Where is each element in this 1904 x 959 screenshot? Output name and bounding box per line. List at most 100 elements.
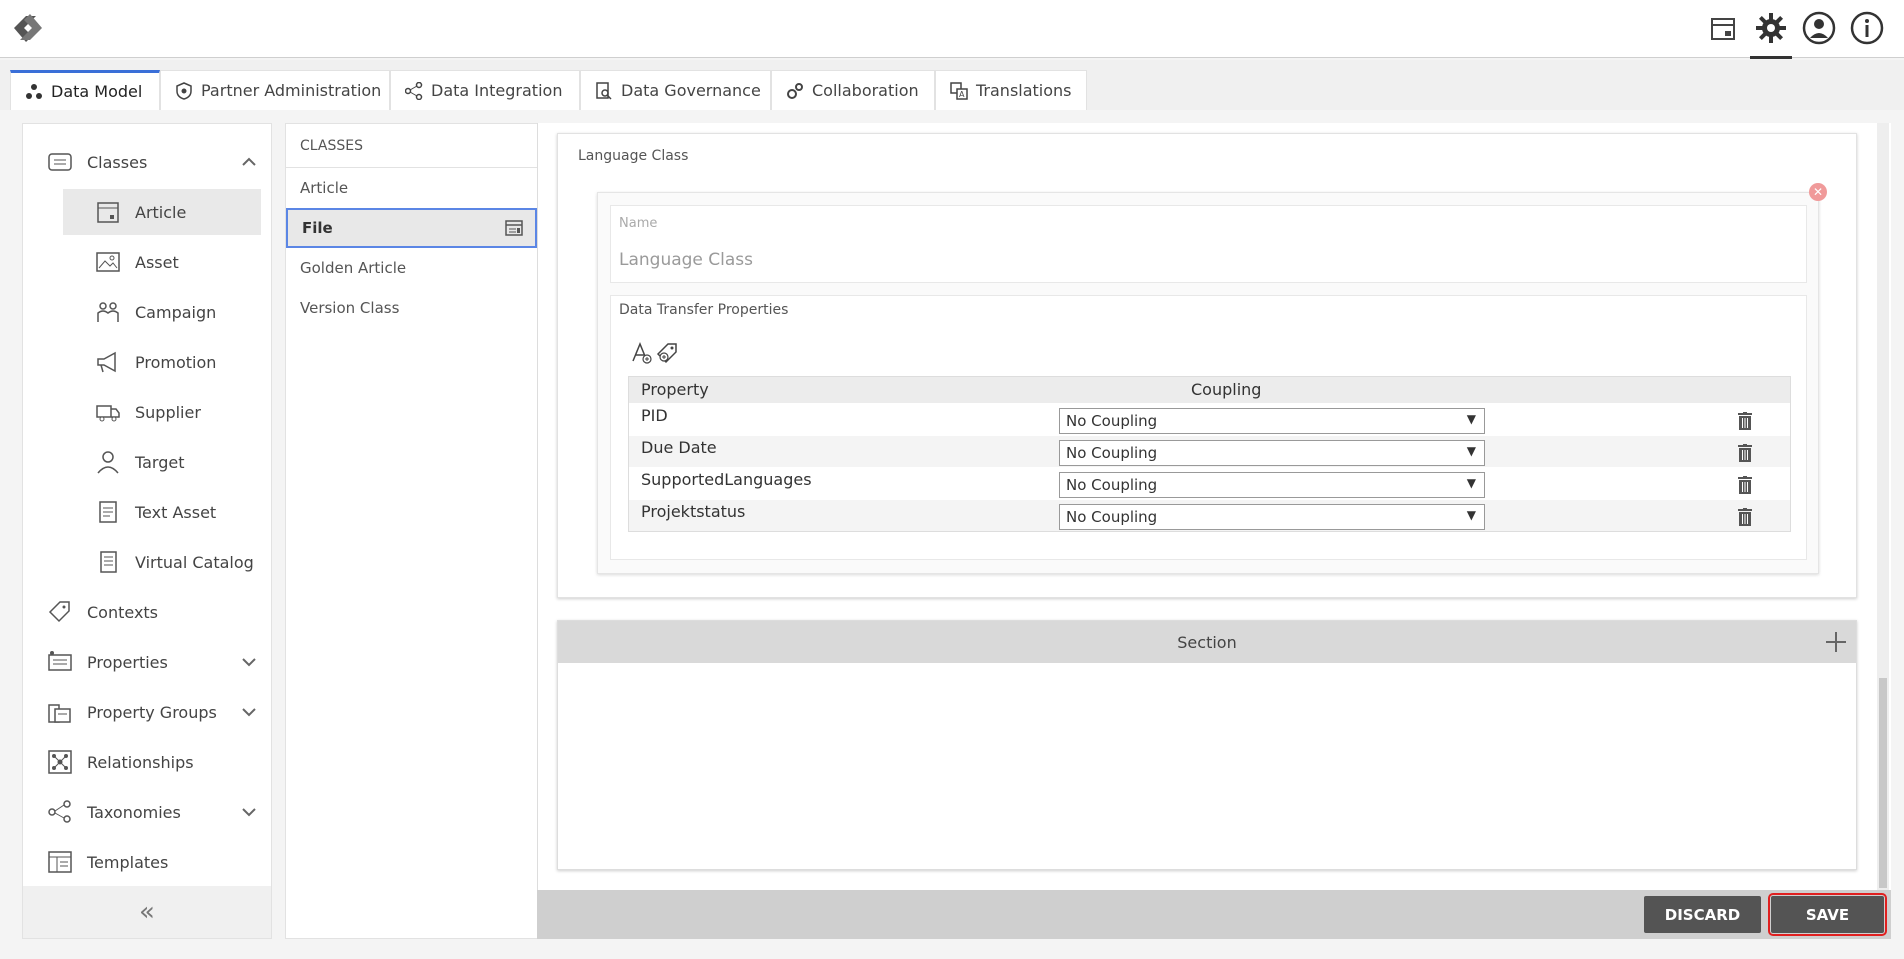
tab-label: Translations xyxy=(976,81,1072,100)
data-transfer-properties-title: Data Transfer Properties xyxy=(619,302,789,318)
sidebar-item-virtual-catalog[interactable]: Virtual Catalog xyxy=(23,537,271,587)
package-icon[interactable] xyxy=(1704,9,1742,47)
property-name: Projektstatus xyxy=(641,502,746,521)
sidebar-item-property-groups[interactable]: Property Groups xyxy=(23,687,271,737)
network-icon xyxy=(26,83,42,99)
class-item-label: Version Class xyxy=(300,299,400,317)
save-button[interactable]: SAVE xyxy=(1768,893,1887,936)
class-item-file[interactable]: File xyxy=(286,208,537,248)
sidebar-item-label: Contexts xyxy=(87,602,159,622)
name-field[interactable]: Name Language Class xyxy=(610,205,1807,283)
class-item-article[interactable]: Article xyxy=(286,168,537,208)
tab-data-model[interactable]: Data Model xyxy=(10,70,160,110)
chevron-down-icon[interactable] xyxy=(241,804,257,820)
template-icon xyxy=(48,851,72,873)
trash-icon[interactable] xyxy=(1738,508,1752,526)
tab-label: Partner Administration xyxy=(201,81,382,100)
sidebar-item-supplier[interactable]: Supplier xyxy=(23,387,271,437)
target-user-icon xyxy=(97,451,119,474)
dtp-toolbar xyxy=(631,341,679,365)
table-row: Projektstatus No Coupling ▼ xyxy=(629,499,1790,531)
name-label: Name xyxy=(619,216,658,231)
sidebar-item-label: Campaign xyxy=(135,302,217,322)
sidebar-item-classes[interactable]: Classes xyxy=(23,137,271,187)
trash-icon[interactable] xyxy=(1738,444,1752,462)
chevron-up-icon[interactable] xyxy=(241,154,257,170)
campaign-icon xyxy=(97,302,119,322)
coupling-select[interactable]: No Coupling ▼ xyxy=(1059,472,1485,498)
tab-partner-administration[interactable]: Partner Administration xyxy=(160,70,390,110)
tab-label: Data Governance xyxy=(621,81,761,100)
tab-collaboration[interactable]: Collaboration xyxy=(771,70,935,110)
sidebar-item-asset[interactable]: Asset xyxy=(23,237,271,287)
add-section-icon[interactable] xyxy=(1824,630,1848,654)
class-item-golden-article[interactable]: Golden Article xyxy=(286,248,537,288)
tab-data-integration[interactable]: Data Integration xyxy=(390,70,580,110)
sidebar-item-relationships[interactable]: Relationships xyxy=(23,737,271,787)
section-header: Section xyxy=(558,621,1856,663)
coupling-value: No Coupling xyxy=(1066,508,1158,526)
sidebar-item-label: Asset xyxy=(135,252,179,272)
language-class-title: Language Class xyxy=(578,148,689,164)
tab-translations[interactable]: A Translations xyxy=(935,70,1087,110)
detail-icon[interactable] xyxy=(505,220,523,236)
discard-button[interactable]: DISCARD xyxy=(1644,896,1761,933)
info-icon[interactable] xyxy=(1848,9,1886,47)
coupling-select[interactable]: No Coupling ▼ xyxy=(1059,504,1485,530)
add-attribute-icon[interactable] xyxy=(631,341,653,365)
top-bar xyxy=(0,0,1904,59)
sidebar-item-taxonomies[interactable]: Taxonomies xyxy=(23,787,271,837)
tab-label: Data Model xyxy=(51,82,143,101)
svg-text:A: A xyxy=(959,90,965,99)
article-icon xyxy=(97,202,119,223)
section-title: Section xyxy=(1177,632,1237,652)
name-value[interactable]: Language Class xyxy=(619,250,753,270)
text-doc-icon xyxy=(99,501,117,523)
dropdown-arrow-icon: ▼ xyxy=(1466,412,1476,426)
property-name: SupportedLanguages xyxy=(641,470,812,489)
coupling-select[interactable]: No Coupling ▼ xyxy=(1059,408,1485,434)
trash-icon[interactable] xyxy=(1738,476,1752,494)
shield-icon xyxy=(176,81,192,100)
sidebar-item-target[interactable]: Target xyxy=(23,437,271,487)
sidebar-item-templates[interactable]: Templates xyxy=(23,837,271,887)
gear-icon[interactable] xyxy=(1750,9,1792,59)
sidebar-item-promotion[interactable]: Promotion xyxy=(23,337,271,387)
tab-data-governance[interactable]: Data Governance xyxy=(580,70,771,110)
class-item-label: Article xyxy=(300,179,349,197)
double-chevron-left-icon: « xyxy=(139,897,155,927)
property-name: PID xyxy=(641,406,668,425)
main-scrollbar[interactable] xyxy=(1877,123,1889,890)
sidebar-item-label: Templates xyxy=(87,852,169,872)
tab-label: Collaboration xyxy=(812,81,919,100)
trash-icon[interactable] xyxy=(1738,412,1752,430)
coupling-select[interactable]: No Coupling ▼ xyxy=(1059,440,1485,466)
sidebar-item-properties[interactable]: Properties xyxy=(23,637,271,687)
user-icon[interactable] xyxy=(1800,9,1838,47)
table-row: Due Date No Coupling ▼ xyxy=(629,435,1790,467)
sidebar-item-label: Text Asset xyxy=(135,502,217,522)
chevron-down-icon[interactable] xyxy=(241,654,257,670)
sidebar-item-label: Properties xyxy=(87,652,168,672)
sidebar-item-campaign[interactable]: Campaign xyxy=(23,287,271,337)
sidebar-item-label: Supplier xyxy=(135,402,201,422)
asset-icon xyxy=(96,252,120,272)
module-tabs: Data Model Partner Administration Data I… xyxy=(0,60,1904,110)
chevron-down-icon[interactable] xyxy=(241,704,257,720)
sidebar-collapse-button[interactable]: « xyxy=(23,886,271,938)
add-tag-icon[interactable] xyxy=(655,341,679,365)
logo-icon[interactable] xyxy=(6,8,50,48)
sidebar-item-text-asset[interactable]: Text Asset xyxy=(23,487,271,537)
sidebar-item-label: Article xyxy=(135,202,187,222)
table-row: SupportedLanguages No Coupling ▼ xyxy=(629,467,1790,499)
language-class-card: Language Class ✕ Name Language Class Dat… xyxy=(557,133,1857,598)
scrollbar-thumb[interactable] xyxy=(1879,678,1887,888)
taxonomy-icon xyxy=(48,800,71,823)
dropdown-arrow-icon: ▼ xyxy=(1466,508,1476,522)
class-item-version-class[interactable]: Version Class xyxy=(286,288,537,328)
sidebar-item-article[interactable]: Article xyxy=(23,187,271,237)
coupling-value: No Coupling xyxy=(1066,476,1158,494)
remove-icon[interactable]: ✕ xyxy=(1809,183,1827,201)
dropdown-arrow-icon: ▼ xyxy=(1466,444,1476,458)
sidebar-item-contexts[interactable]: Contexts xyxy=(23,587,271,637)
